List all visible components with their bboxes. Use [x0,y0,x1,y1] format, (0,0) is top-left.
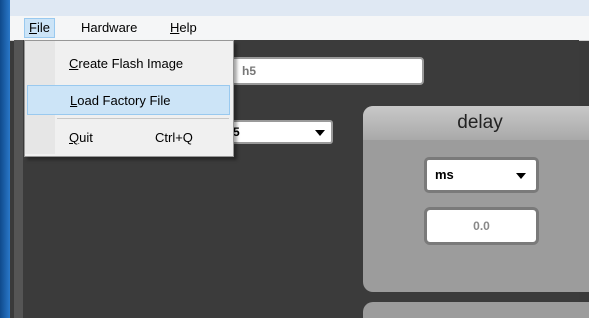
secondary-panel [363,302,589,318]
menu-file[interactable]: File [24,18,55,38]
menu-help[interactable]: Help [166,19,201,37]
menu-hardware-label: Hardware [81,20,138,35]
menu-item-shortcut: Ctrl+Q [155,130,193,145]
chevron-down-icon [516,173,526,179]
delay-value-input[interactable]: 0.0 [424,207,539,245]
channel-select-value: 5 [233,125,240,139]
file-menu-dropdown: Create Flash Image Load Factory File Qui… [24,40,234,157]
menu-hardware[interactable]: Hardware [77,19,141,37]
menu-help-mnemonic: H [170,20,180,35]
menu-item-text: reate Flash Image [78,56,184,71]
menu-item-text: uit [79,130,93,145]
menu-separator [57,118,229,119]
menubar: File Hardware Help [10,16,589,41]
menu-item-mnemonic: Q [69,130,80,145]
menu-file-mnemonic: F [29,20,37,35]
menu-help-label: elp [179,20,197,35]
chevron-down-icon [315,130,325,136]
menu-item-text: oad Factory File [77,93,171,108]
menu-file-label: ile [36,20,50,35]
window-titlebar [10,0,589,16]
menu-item-load-factory-file[interactable]: Load Factory File [27,85,230,115]
delay-unit-select[interactable]: ms [424,157,539,193]
window-left-frame [14,40,23,318]
menu-item-label: Quit [69,123,93,153]
menu-item-create-flash-image[interactable]: Create Flash Image [27,49,230,79]
menu-item-label: Load Factory File [70,86,170,116]
delay-unit-value: ms [435,167,454,182]
menu-item-quit[interactable]: Quit Ctrl+Q [27,123,230,153]
menu-item-label: Create Flash Image [69,49,183,79]
delay-panel-title: delay [457,112,503,133]
name-input[interactable]: h5 [230,57,424,85]
desktop-background [0,0,10,318]
menu-item-mnemonic: C [69,56,79,71]
channel-select[interactable]: 5 [225,120,333,144]
